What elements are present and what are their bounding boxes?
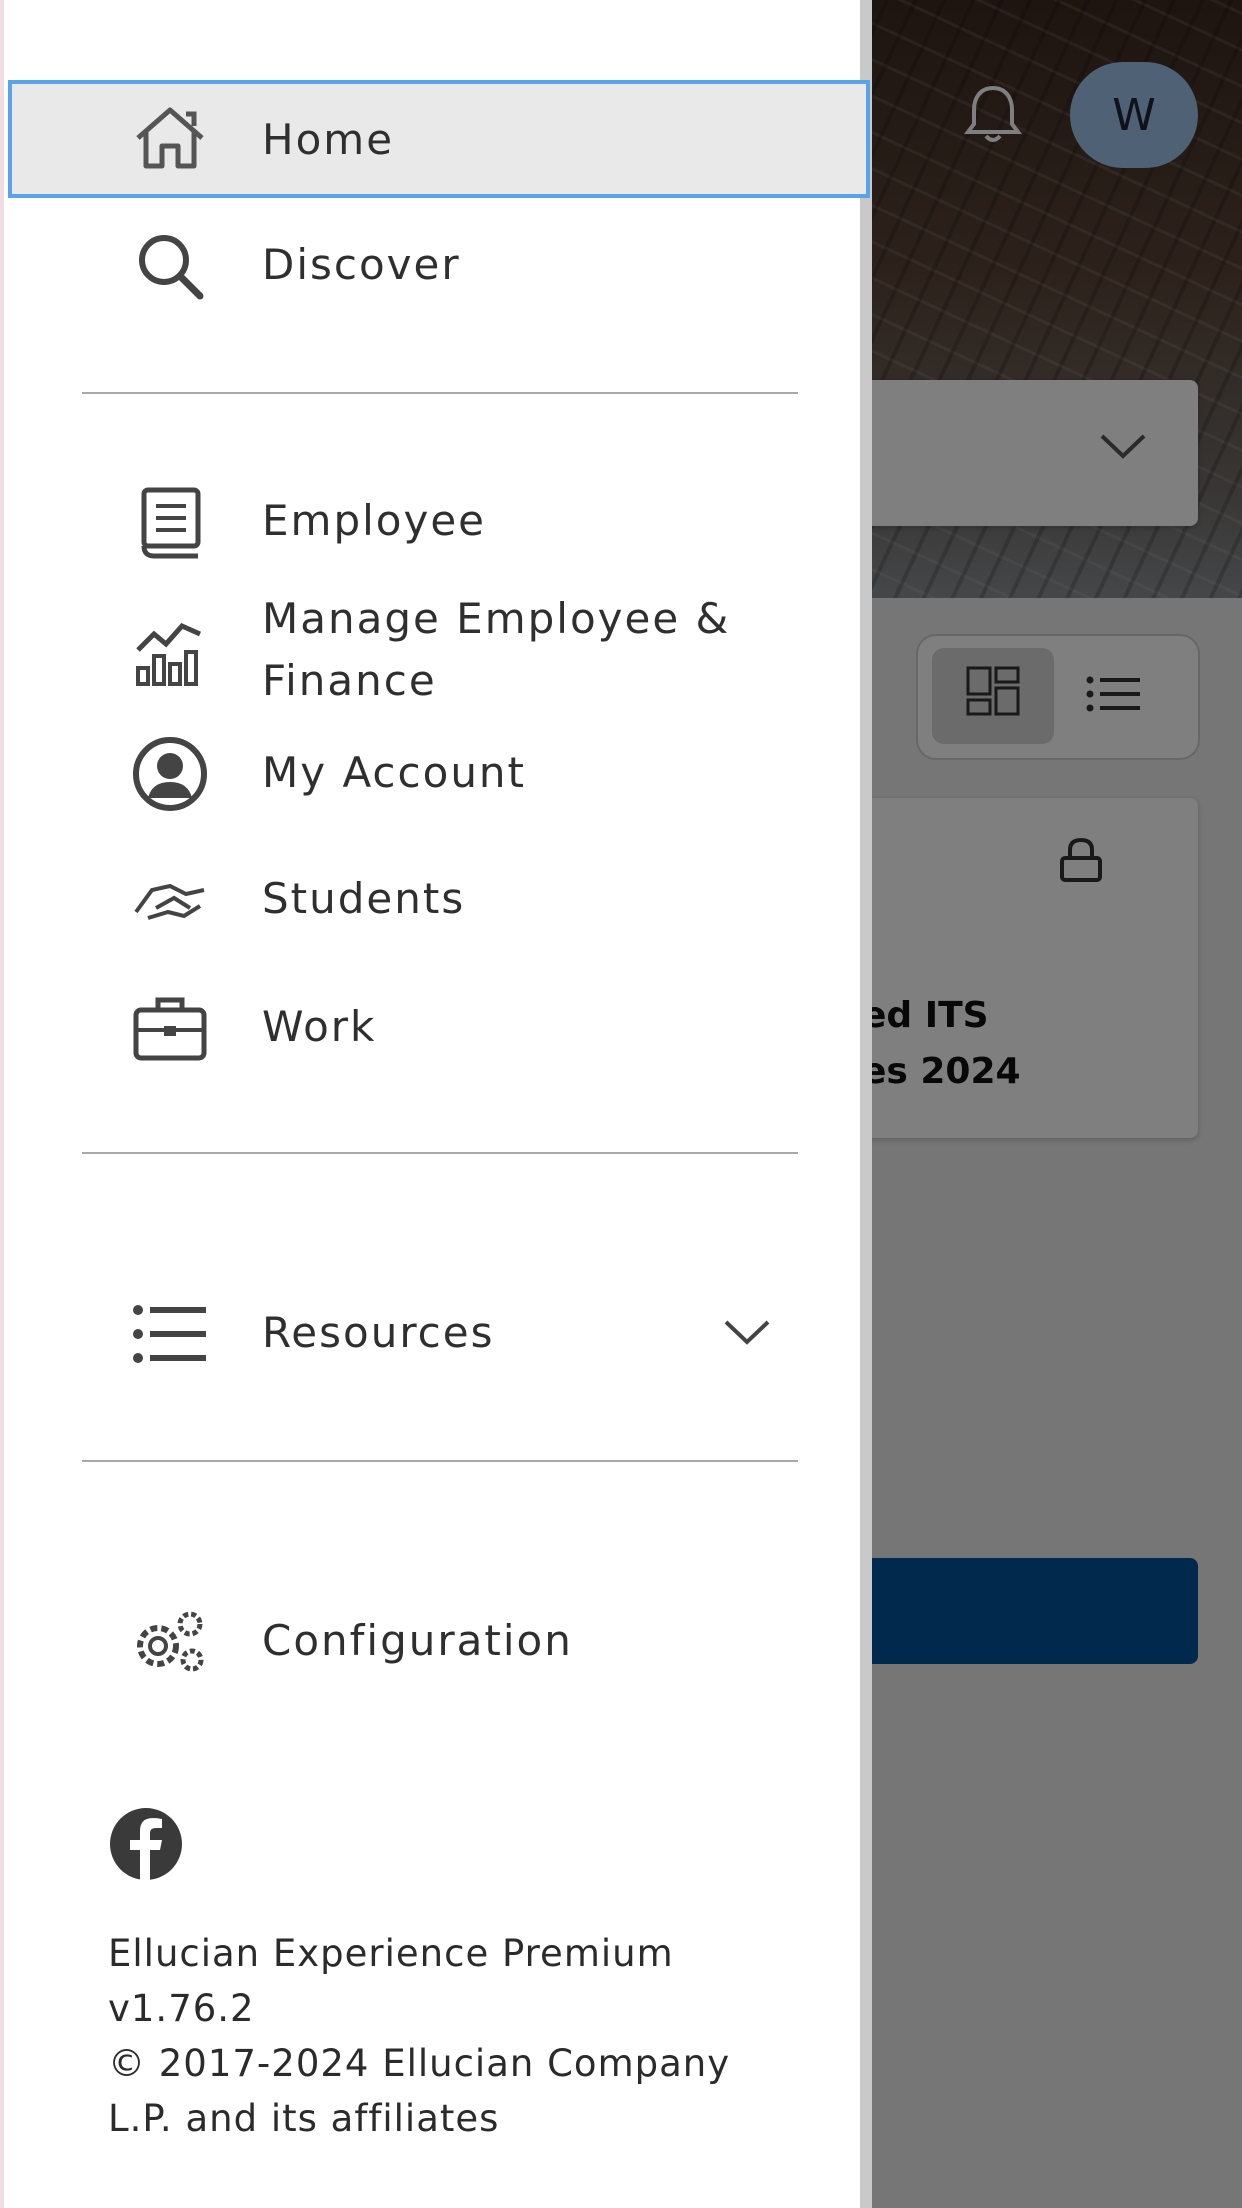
nav-item-label: Discover bbox=[262, 240, 461, 289]
handshake-icon bbox=[130, 860, 210, 940]
nav-item-work[interactable]: Work bbox=[8, 988, 870, 1068]
chevron-down-icon[interactable] bbox=[722, 1316, 772, 1348]
nav-item-label: Home bbox=[262, 114, 395, 164]
product-version: v1.76.2 bbox=[108, 1987, 255, 2030]
nav-item-label: Employee bbox=[262, 496, 487, 545]
nav-item-label: Manage Employee & Finance bbox=[262, 594, 731, 705]
nav-item-manage-employee-finance[interactable]: Manage Employee & Finance bbox=[8, 588, 870, 712]
product-name: Ellucian Experience Premium bbox=[108, 1932, 674, 1975]
home-icon bbox=[130, 98, 210, 178]
nav-item-label: My Account bbox=[262, 748, 527, 797]
search-icon bbox=[130, 226, 210, 306]
briefcase-icon bbox=[130, 988, 210, 1068]
nav-item-label: Work bbox=[262, 1002, 377, 1051]
nav-item-label: Configuration bbox=[262, 1616, 573, 1665]
nav-item-students[interactable]: Students bbox=[8, 860, 870, 940]
facebook-icon[interactable] bbox=[108, 1806, 184, 1882]
divider bbox=[82, 1460, 798, 1462]
drawer-left-edge bbox=[0, 0, 4, 2208]
book-icon bbox=[130, 482, 210, 562]
drawer-scrollbar[interactable] bbox=[860, 0, 872, 2208]
divider bbox=[82, 392, 798, 394]
copyright-line-2: L.P. and its affiliates bbox=[108, 2097, 500, 2140]
nav-item-label: Resources bbox=[262, 1308, 495, 1357]
nav-item-resources[interactable]: Resources bbox=[8, 1294, 870, 1374]
footer-info: Ellucian Experience Premium v1.76.2 © 20… bbox=[108, 1926, 808, 2146]
nav-item-my-account[interactable]: My Account bbox=[8, 734, 870, 814]
user-circle-icon bbox=[130, 734, 210, 814]
nav-item-label: Students bbox=[262, 874, 466, 923]
divider bbox=[82, 1152, 798, 1154]
nav-item-employee[interactable]: Employee bbox=[8, 482, 870, 562]
nav-item-home[interactable]: Home bbox=[8, 80, 870, 198]
list-icon bbox=[130, 1294, 210, 1374]
gears-icon bbox=[130, 1602, 210, 1682]
nav-item-configuration[interactable]: Configuration bbox=[8, 1602, 870, 1682]
copyright-line-1: © 2017-2024 Ellucian Company bbox=[108, 2042, 731, 2085]
chart-icon bbox=[130, 612, 210, 692]
nav-item-discover[interactable]: Discover bbox=[8, 226, 870, 306]
